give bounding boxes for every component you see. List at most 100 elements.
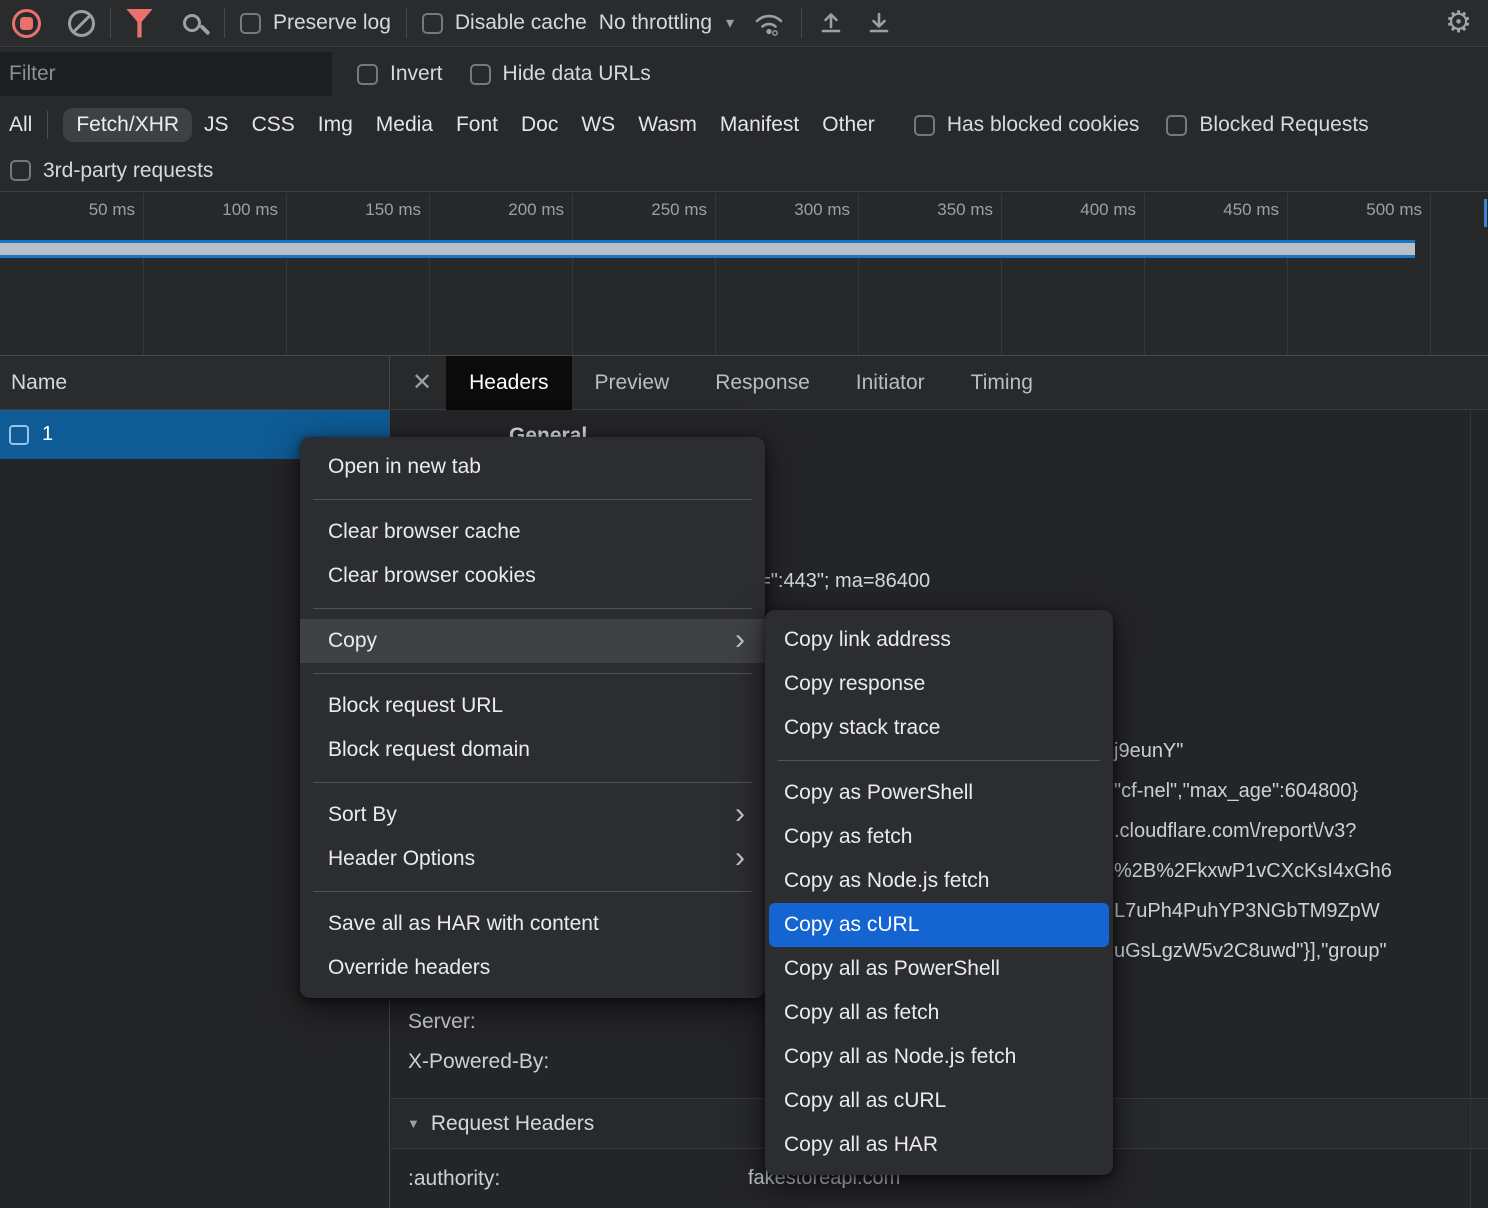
network-conditions-button[interactable] [752,9,786,37]
menu-item-copy[interactable]: Copy › [300,619,765,663]
preserve-log-checkbox[interactable] [240,13,261,34]
type-filter-css[interactable]: CSS [252,113,295,137]
settings-button[interactable]: ⚙ [1445,8,1472,38]
filter-bar: Invert Hide data URLs [0,48,1488,100]
blocked-requests-checkbox-group[interactable]: Blocked Requests [1166,113,1368,137]
menu-item-save-all-as-har[interactable]: Save all as HAR with content [300,902,765,946]
upload-icon [817,9,845,37]
filter-input[interactable] [0,52,332,96]
scrollbar-track[interactable] [1470,410,1471,1208]
filter-icon [126,9,153,38]
menu-item-block-request-domain[interactable]: Block request domain [300,728,765,772]
submenu-item-copy-as-fetch[interactable]: Copy as fetch [765,815,1113,859]
type-filter-manifest[interactable]: Manifest [720,113,799,137]
submenu-item-copy-all-as-powershell[interactable]: Copy all as PowerShell [765,947,1113,991]
tab-timing[interactable]: Timing [948,356,1056,410]
type-filter-media[interactable]: Media [376,113,433,137]
menu-separator [313,499,752,500]
header-value-fragment: uGsLgzW5v2C8uwd"}],"group" [1114,940,1387,963]
throttling-value: No throttling [599,11,712,35]
timeline-tick: 250 ms [565,200,707,220]
hide-data-urls-checkbox[interactable] [470,64,491,85]
third-party-row: 3rd-party requests [0,150,1488,192]
menu-item-clear-browser-cookies[interactable]: Clear browser cookies [300,554,765,598]
import-har-button[interactable] [817,9,845,37]
copy-submenu: Copy link address Copy response Copy sta… [765,610,1113,1175]
third-party-label: 3rd-party requests [43,159,213,183]
details-tabs: ✕ Headers Preview Response Initiator Tim… [391,356,1488,410]
timeline-tick: 400 ms [994,200,1136,220]
submenu-item-copy-link-address[interactable]: Copy link address [765,618,1113,662]
submenu-item-copy-as-curl[interactable]: Copy as cURL [769,903,1109,947]
timeline-tick: 500 ms [1280,200,1422,220]
disable-cache-checkbox[interactable] [422,13,443,34]
menu-item-block-request-url[interactable]: Block request URL [300,684,765,728]
menu-item-header-options-label: Header Options [328,847,475,870]
search-button[interactable] [153,14,209,32]
menu-item-open-in-new-tab[interactable]: Open in new tab [300,445,765,489]
header-value-fragment: %2B%2FkxwP1vCXcKsI4xGh6 [1114,860,1392,883]
close-icon[interactable]: ✕ [412,368,432,397]
has-blocked-cookies-checkbox[interactable] [914,115,935,136]
request-name: 1 [42,423,53,446]
submenu-item-copy-response[interactable]: Copy response [765,662,1113,706]
third-party-checkbox-group[interactable]: 3rd-party requests [10,159,213,183]
invert-checkbox[interactable] [357,64,378,85]
type-filter-wasm[interactable]: Wasm [638,113,697,137]
menu-item-clear-browser-cache[interactable]: Clear browser cache [300,510,765,554]
submenu-item-copy-all-as-har[interactable]: Copy all as HAR [765,1123,1113,1167]
timeline-tick: 450 ms [1137,200,1279,220]
hide-data-urls-checkbox-group[interactable]: Hide data URLs [470,62,651,86]
preserve-log-checkbox-group[interactable]: Preserve log [240,11,391,35]
network-overview-timeline[interactable]: 50 ms 100 ms 150 ms 200 ms 250 ms 300 ms… [0,193,1488,356]
submenu-item-copy-all-as-fetch[interactable]: Copy all as fetch [765,991,1113,1035]
type-filter-js[interactable]: JS [204,113,229,137]
record-icon [12,9,41,38]
tab-headers[interactable]: Headers [446,356,571,410]
submenu-item-copy-stack-trace[interactable]: Copy stack trace [765,706,1113,750]
blocked-requests-checkbox[interactable] [1166,115,1187,136]
type-filter-doc[interactable]: Doc [521,113,558,137]
type-filter-ws[interactable]: WS [581,113,615,137]
record-button[interactable] [0,9,41,38]
submenu-item-copy-as-nodejs-fetch[interactable]: Copy as Node.js fetch [765,859,1113,903]
devtools-network-panel: Preserve log Disable cache No throttling… [0,0,1488,1208]
invert-checkbox-group[interactable]: Invert [357,62,443,86]
row-checkbox[interactable] [9,425,29,445]
tab-initiator[interactable]: Initiator [833,356,948,410]
invert-label: Invert [390,62,443,86]
wifi-icon [752,9,786,37]
menu-item-sort-by[interactable]: Sort By › [300,793,765,837]
preserve-log-label: Preserve log [273,11,391,35]
submenu-item-copy-all-as-curl[interactable]: Copy all as cURL [765,1079,1113,1123]
menu-item-copy-label: Copy [328,629,377,652]
menu-item-sort-by-label: Sort By [328,803,397,826]
submenu-item-copy-as-powershell[interactable]: Copy as PowerShell [765,771,1113,815]
type-filter-font[interactable]: Font [456,113,498,137]
name-column-header[interactable]: Name [0,356,389,410]
toolbar-divider [406,8,407,38]
export-har-button[interactable] [865,9,893,37]
has-blocked-cookies-checkbox-group[interactable]: Has blocked cookies [914,113,1140,137]
filter-toggle-button[interactable] [126,9,153,38]
menu-item-header-options[interactable]: Header Options › [300,837,765,881]
request-headers-title: Request Headers [431,1112,594,1136]
type-filter-other[interactable]: Other [822,113,875,137]
third-party-checkbox[interactable] [10,160,31,181]
submenu-item-copy-all-as-nodejs-fetch[interactable]: Copy all as Node.js fetch [765,1035,1113,1079]
type-filter-img[interactable]: Img [318,113,353,137]
triangle-down-icon: ▼ [407,1116,420,1131]
tab-preview[interactable]: Preview [572,356,693,410]
type-filter-fetch-xhr-selected[interactable]: Fetch/XHR [63,108,192,142]
header-name-x-powered-by: X-Powered-By: [408,1050,549,1074]
throttling-select[interactable]: No throttling ▾ [599,11,734,35]
menu-separator [778,760,1100,761]
type-filter-all[interactable]: All [9,113,32,137]
timeline-tick: 300 ms [708,200,850,220]
menu-item-override-headers[interactable]: Override headers [300,946,765,990]
clear-button[interactable] [41,10,95,37]
toolbar-divider [110,8,111,38]
tab-response[interactable]: Response [692,356,833,410]
disable-cache-checkbox-group[interactable]: Disable cache [422,11,587,35]
overview-selection-bar[interactable] [0,240,1415,258]
